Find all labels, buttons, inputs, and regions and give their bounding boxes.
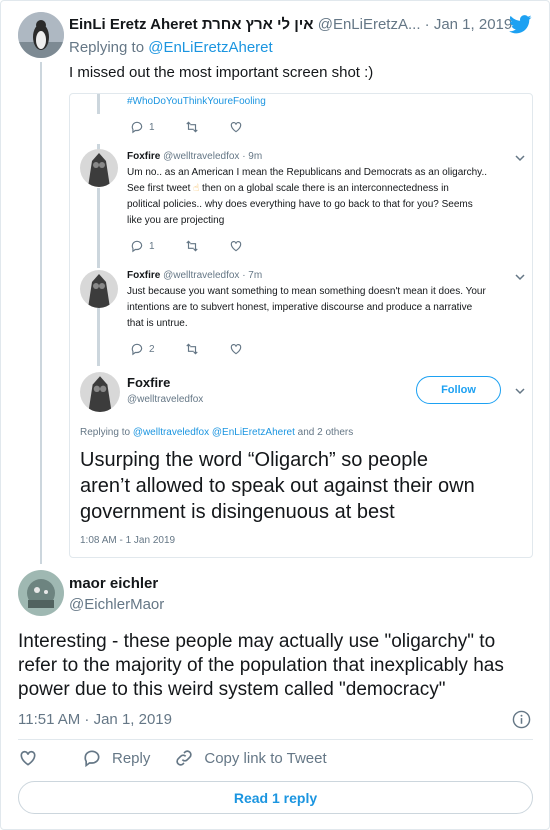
- reply-label: Reply: [112, 749, 151, 767]
- reply1-text-d: political policies.. why does everything…: [127, 199, 473, 210]
- pointing-up-emoji-icon: ☝: [193, 183, 200, 194]
- reply-count: 1: [149, 121, 155, 133]
- read-reply-button[interactable]: Read 1 reply: [18, 781, 533, 814]
- info-icon[interactable]: [512, 710, 531, 729]
- reply-author-handle[interactable]: @EichlerMaor: [69, 596, 164, 613]
- reply-timestamp[interactable]: 11:51 AM · Jan 1, 2019: [18, 711, 172, 728]
- reply-icon: [131, 121, 143, 134]
- avatar-einli[interactable]: [18, 12, 64, 58]
- top-action-row: 1: [130, 120, 273, 134]
- avatar-maor[interactable]: [18, 570, 64, 616]
- reply1-name: Foxfire: [127, 151, 161, 162]
- retweet-icon: [185, 240, 198, 252]
- reply-text-line3: power due to this weird system called "d…: [18, 679, 446, 700]
- reply-text-line2: refer to the majority of the population …: [18, 655, 504, 676]
- chevron-down-icon[interactable]: [514, 272, 526, 282]
- main-text-line2: aren’t allowed to speak out against thei…: [80, 475, 475, 497]
- replying-to-link[interactable]: @EnLiEretzAheret: [148, 39, 272, 56]
- thread-connector: [97, 188, 100, 268]
- foxfire-avatar-icon: [80, 149, 118, 187]
- heart-icon: [230, 122, 241, 133]
- thread-line: [40, 62, 42, 564]
- foxfire-avatar-icon: [80, 372, 120, 412]
- reply1-text-a: Um no.. as an American I mean the Republ…: [127, 167, 487, 178]
- reply-icon: [84, 750, 100, 768]
- reply2-handle: @welltraveledfox · 7m: [163, 270, 263, 281]
- mention-enlieretzaheret: @EnLiEretzAheret: [211, 427, 295, 438]
- link-icon: [176, 750, 193, 766]
- reply2-text-c: that is untrue.: [127, 318, 188, 329]
- reply1-handle: @welltraveledfox · 9m: [163, 151, 263, 162]
- like-button[interactable]: [18, 748, 48, 768]
- mention-welltraveledfox: @welltraveledfox: [132, 427, 210, 438]
- divider: [18, 739, 533, 740]
- main-text-line1: Usurping the word “Oligarch” so people: [80, 449, 428, 471]
- retweet-icon: [185, 121, 198, 133]
- reply1-text-b: See first tweet: [127, 183, 191, 194]
- reply2-action-row: 2: [130, 342, 273, 356]
- main-replying-to: Replying to @welltraveledfox @EnLiEretzA…: [80, 427, 354, 438]
- reply1-action-row: 1: [130, 239, 273, 253]
- follow-button[interactable]: Follow: [416, 376, 501, 404]
- reply2-name: Foxfire: [127, 270, 161, 281]
- tweet-date[interactable]: · Jan 1, 2019: [425, 16, 513, 33]
- avatar-foxfire-main: [80, 372, 120, 412]
- maor-avatar-icon: [18, 570, 64, 616]
- main-name: Foxfire: [127, 375, 171, 390]
- avatar-foxfire: [80, 149, 118, 187]
- chevron-down-icon[interactable]: [514, 386, 526, 396]
- reply-count: 1: [149, 240, 155, 252]
- copy-link-label: Copy link to Tweet: [204, 749, 327, 767]
- reply-icon: [131, 343, 143, 356]
- bottom-action-bar: Reply Copy link to Tweet: [18, 748, 351, 768]
- reply-button[interactable]: Reply: [82, 748, 150, 768]
- heart-icon: [230, 344, 241, 355]
- penguin-avatar-icon: [18, 12, 64, 58]
- avatar-foxfire: [80, 270, 118, 308]
- reply-count: 2: [149, 343, 155, 355]
- chevron-down-icon[interactable]: [514, 153, 526, 163]
- reply-icon: [131, 240, 143, 253]
- retweet-icon: [185, 343, 198, 355]
- main-text-line3: government is disingenuous at best: [80, 501, 395, 523]
- reply2-text-b: intentions are to subvert honest, impera…: [127, 302, 473, 313]
- reply-text-line1: Interesting - these people may actually …: [18, 631, 496, 652]
- author-name[interactable]: EinLi Eretz Aheret אין לי ארץ אחרת: [69, 16, 314, 33]
- reply2-text-a: Just because you want something to mean …: [127, 286, 486, 297]
- copy-link-button[interactable]: Copy link to Tweet: [174, 748, 327, 768]
- hashtag: #WhoDoYouThinkYoureFooling: [127, 96, 266, 107]
- reply1-text-e: like you are projecting: [127, 215, 225, 226]
- thread-connector: [97, 94, 100, 114]
- twitter-bird-icon[interactable]: [509, 15, 532, 34]
- main-handle: @welltraveledfox: [127, 394, 204, 405]
- embedded-screenshot[interactable]: #WhoDoYouThinkYoureFooling 1 Foxfire @we…: [69, 93, 533, 558]
- heart-icon: [230, 241, 241, 252]
- replying-to: Replying to @EnLiEretzAheret: [69, 39, 273, 56]
- tweet-text: I missed out the most important screen s…: [69, 64, 374, 81]
- thread-connector: [97, 308, 100, 366]
- author-handle[interactable]: @EnLiEretzA...: [318, 16, 421, 33]
- main-timestamp: 1:08 AM - 1 Jan 2019: [80, 535, 176, 546]
- foxfire-avatar-icon: [80, 270, 118, 308]
- reply1-text-c: then on a global scale there is an inter…: [202, 183, 449, 194]
- heart-icon: [20, 750, 36, 766]
- reply-author-name[interactable]: maor eichler: [69, 575, 158, 592]
